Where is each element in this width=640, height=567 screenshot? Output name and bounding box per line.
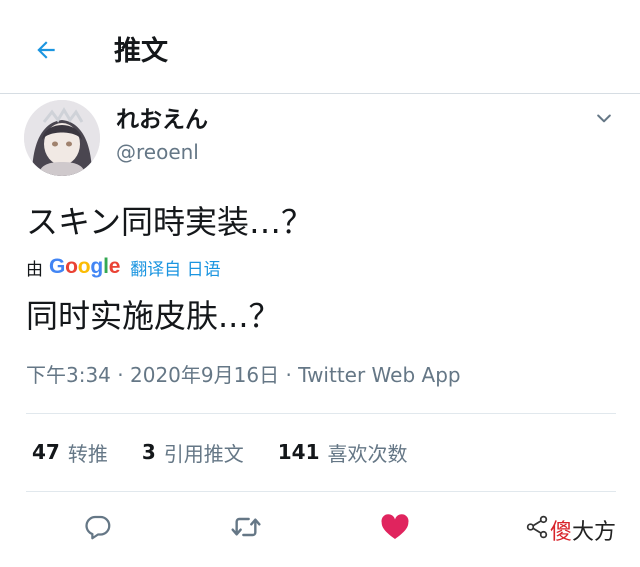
likes-label: 喜欢次数 [327, 441, 408, 466]
watermark-text: 大方 [572, 520, 617, 545]
reply-button[interactable] [78, 509, 118, 549]
google-logo-letter: o [65, 255, 78, 278]
divider [26, 491, 616, 492]
display-name[interactable]: れおえん [116, 103, 208, 137]
google-logo: Google [49, 255, 120, 279]
retweets-count: 47 [32, 440, 60, 464]
tweet-stats: 47 转推 3 引用推文 141 喜欢次数 [32, 434, 442, 470]
chevron-down-icon [594, 108, 614, 132]
divider [26, 413, 616, 414]
like-button[interactable] [375, 509, 415, 549]
watermark: 傻 大方 [524, 512, 616, 548]
page-title: 推文 [114, 36, 168, 67]
back-button[interactable] [24, 30, 68, 74]
translation-prefix: 由 [26, 259, 43, 280]
google-logo-letter: G [49, 255, 66, 278]
arrow-left-icon [33, 37, 59, 67]
more-options-button[interactable] [588, 104, 620, 136]
likes-stat[interactable]: 141 喜欢次数 [278, 438, 408, 467]
google-logo-letter: o [77, 255, 91, 278]
meta-separator: · [285, 363, 299, 387]
tweet-source[interactable]: Twitter Web App [298, 363, 460, 387]
tweet-text: スキン同時実装…？ [26, 203, 314, 241]
google-logo-letter: e [108, 255, 121, 278]
quotes-label: 引用推文 [163, 441, 244, 466]
watermark-text: 傻 [550, 520, 573, 545]
reply-icon [83, 512, 113, 546]
retweet-button[interactable] [226, 509, 266, 549]
avatar[interactable] [24, 100, 100, 176]
retweets-stat[interactable]: 47 转推 [32, 438, 108, 467]
quotes-count: 3 [141, 440, 156, 464]
user-handle[interactable]: @reoenl [116, 137, 199, 167]
quotes-stat[interactable]: 3 引用推文 [142, 438, 244, 467]
tweet-time[interactable]: 下午3:34 [26, 363, 111, 387]
retweet-icon [230, 511, 262, 547]
translation-attribution: 由 Google 翻译自 日语 [26, 252, 221, 282]
google-logo-letter: g [90, 255, 104, 278]
translated-text: 同时实施皮肤...？ [26, 297, 281, 335]
tweet-meta: 下午3:34 · 2020年9月16日 · Twitter Web App [26, 358, 461, 392]
top-bar: 推文 [0, 0, 640, 94]
tweet-date[interactable]: 2020年9月16日 [130, 363, 279, 387]
likes-count: 141 [277, 440, 320, 464]
share-icon[interactable] [524, 514, 550, 546]
meta-separator: · [117, 363, 130, 387]
translation-source-link[interactable]: 翻译自 日语 [130, 255, 220, 280]
heart-icon [379, 511, 411, 547]
retweets-label: 转推 [67, 441, 108, 466]
